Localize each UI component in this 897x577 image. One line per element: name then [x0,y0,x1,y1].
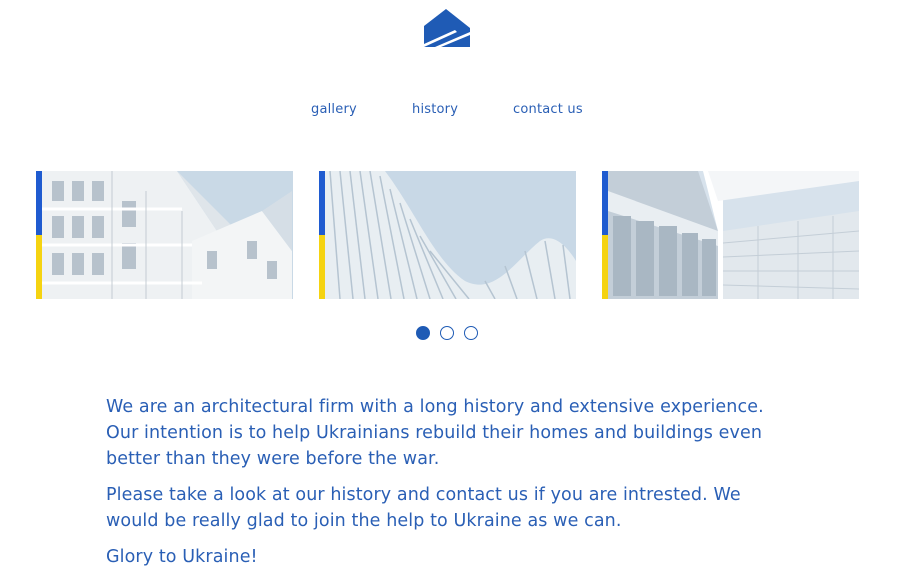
nav-item-contact-us[interactable]: contact us [513,102,583,117]
nav-item-gallery[interactable]: gallery [311,102,357,117]
intro-paragraph-3: Glory to Ukraine! [106,547,258,567]
nav-item-history[interactable]: history [412,102,458,117]
main-nav: gallery history contact us [0,102,897,122]
curved-white-facade-photo [325,171,576,299]
carousel-slide-3[interactable] [602,171,859,299]
glass-skyscraper-photo [608,171,859,299]
carousel-slide-1[interactable] [36,171,293,299]
carousel-dot-1[interactable] [416,326,430,340]
intro-paragraph-1: We are an architectural firm with a long… [106,397,764,469]
carousel-pagination [415,326,485,342]
carousel-slide-2[interactable] [319,171,576,299]
intro-text: We are an architectural firm with a long… [106,394,786,577]
intro-paragraph-2: Please take a look at our history and co… [106,485,741,531]
house-roof-logo-icon[interactable] [423,8,471,48]
page: gallery history contact us We are an arc… [0,0,897,577]
white-apartment-building-photo [42,171,293,299]
carousel-dot-2[interactable] [440,326,454,340]
carousel-dot-3[interactable] [464,326,478,340]
